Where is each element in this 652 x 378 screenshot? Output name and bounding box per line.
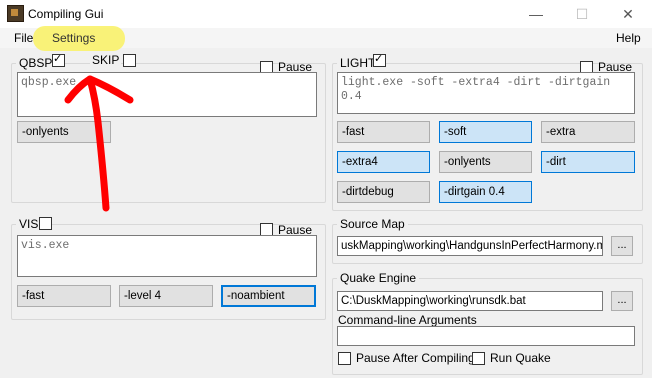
pause-after-compiling-label: Pause After Compiling [356, 351, 475, 365]
light-checkbox[interactable] [373, 52, 386, 67]
light-flag-fast[interactable]: -fast [337, 121, 430, 143]
skip-checkbox[interactable] [123, 54, 136, 67]
source-map-legend: Source Map [337, 217, 408, 231]
window-title: Compiling Gui [28, 7, 104, 21]
command-line-args-label: Command-line Arguments [338, 313, 477, 327]
light-flag-soft[interactable]: -soft [439, 121, 532, 143]
light-command-input[interactable]: light.exe -soft -extra4 -dirt -dirtgain … [337, 72, 635, 114]
command-line-args-input[interactable] [337, 326, 635, 346]
qbsp-label: QBSP [19, 56, 53, 70]
qbsp-flag-onlyents[interactable]: -onlyents [17, 121, 111, 143]
qbsp-command-input[interactable]: qbsp.exe [17, 72, 317, 117]
run-quake-label: Run Quake [490, 351, 551, 365]
vis-flag-level-4[interactable]: -level 4 [119, 285, 213, 307]
quake-engine-browse-button[interactable]: ... [611, 291, 633, 311]
vis-flag-noambient[interactable]: -noambient [221, 285, 316, 307]
vis-checkbox[interactable] [39, 217, 52, 230]
source-map-label: Source Map [340, 217, 405, 231]
vis-label: VIS [19, 217, 39, 231]
light-flag-dirt[interactable]: -dirt [541, 151, 635, 173]
minimize-button[interactable]: — [513, 0, 559, 28]
quake-engine-legend: Quake Engine [337, 271, 420, 285]
maximize-button[interactable]: ☐ [559, 0, 605, 28]
vis-flag-fast[interactable]: -fast [17, 285, 111, 307]
menu-settings[interactable]: Settings [52, 31, 95, 45]
vis-command-input[interactable]: vis.exe [17, 235, 317, 277]
menu-help[interactable]: Help [616, 31, 641, 45]
light-flag-dirtdebug[interactable]: -dirtdebug [337, 181, 430, 203]
source-map-browse-button[interactable]: ... [611, 236, 633, 256]
vis-legend: VIS [16, 217, 42, 231]
light-flag-extra4[interactable]: -extra4 [337, 151, 430, 173]
skip-label: SKIP [90, 53, 122, 67]
pause-after-compiling-checkbox[interactable] [338, 352, 351, 365]
qbsp-checkbox[interactable] [52, 52, 65, 67]
run-quake-checkbox[interactable] [472, 352, 485, 365]
qbsp-legend: QBSP [16, 56, 56, 70]
menu-file[interactable]: File [14, 31, 33, 45]
light-flag-extra[interactable]: -extra [541, 121, 635, 143]
light-flag-dirtgain[interactable]: -dirtgain 0.4 [439, 181, 532, 203]
source-map-path-input[interactable]: uskMapping\working\HandgunsInPerfectHarm… [337, 236, 603, 256]
app-icon [7, 5, 24, 22]
close-button[interactable]: ✕ [605, 0, 651, 28]
light-label: LIGHT [340, 56, 376, 70]
light-flag-onlyents[interactable]: -onlyents [439, 151, 532, 173]
quake-engine-path-input[interactable]: C:\DuskMapping\working\runsdk.bat [337, 291, 603, 311]
quake-engine-label: Quake Engine [340, 271, 417, 285]
